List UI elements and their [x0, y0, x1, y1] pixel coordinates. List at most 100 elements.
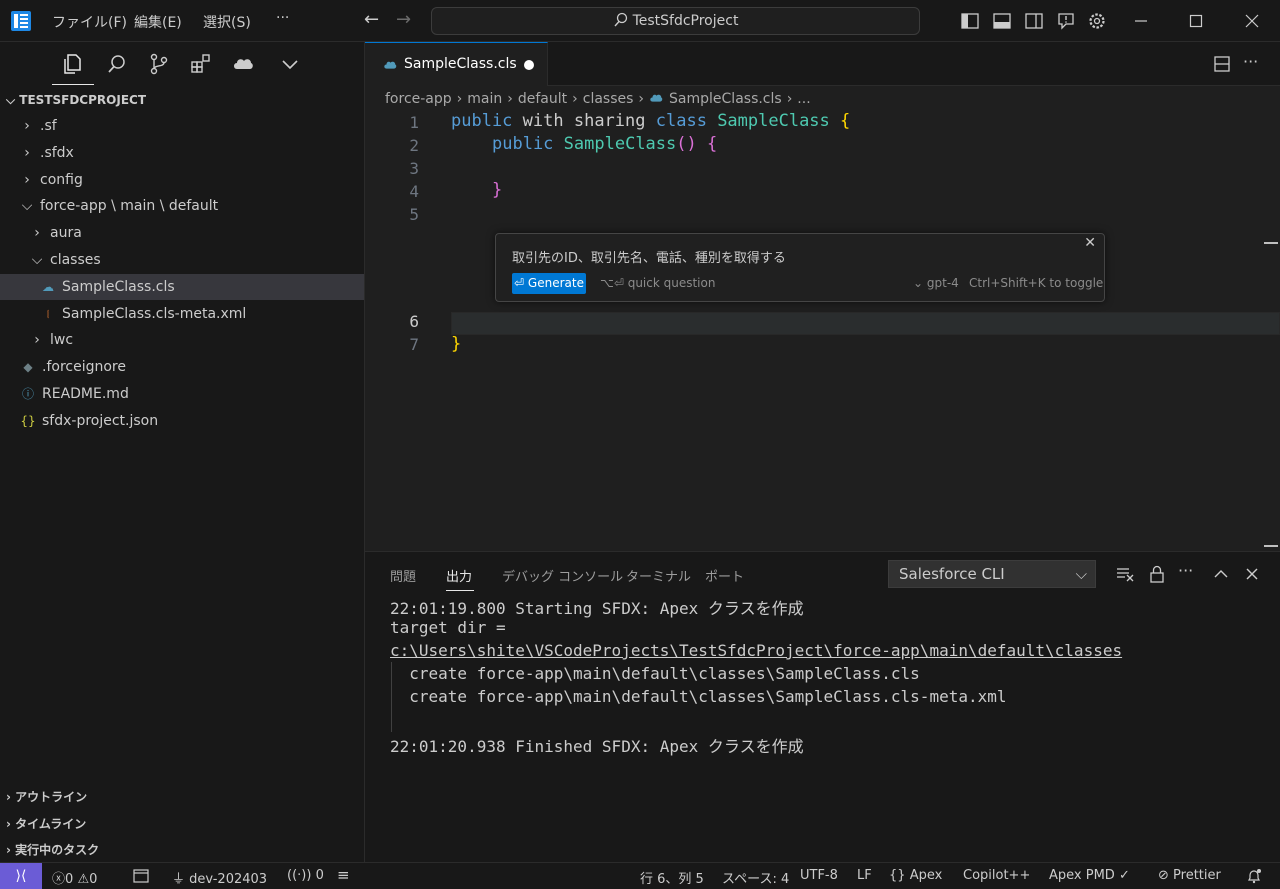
outline-label: アウトライン	[15, 790, 88, 804]
org-status[interactable]: ⏚ dev-202403	[172, 868, 267, 887]
forward-arrow-icon[interactable]: →	[396, 9, 411, 30]
tree-item[interactable]: › lwc	[0, 327, 364, 353]
encoding-status[interactable]: UTF-8	[800, 868, 838, 883]
toggle-secondary-sidebar-icon[interactable]	[1024, 11, 1044, 31]
lock-icon[interactable]	[1147, 564, 1167, 584]
output-line: 22:01:20.938 Finished SFDX: Apex クラスを作成	[390, 737, 804, 756]
code-line-1: public with sharing class SampleClass {	[451, 111, 850, 131]
breadcrumb-file[interactable]: SampleClass.cls	[669, 91, 782, 107]
minimize-button[interactable]	[1128, 8, 1154, 34]
command-center-search[interactable]: TestSfdcProject	[431, 7, 920, 35]
hamburger-menu-icon[interactable]: ≡	[337, 866, 350, 884]
code-editor[interactable]: 1 2 3 4 5 6 7 public with sharing class …	[365, 110, 1280, 550]
language-status[interactable]: {} Apex	[889, 868, 942, 883]
eol-status[interactable]: LF	[857, 868, 872, 883]
source-control-icon[interactable]	[147, 52, 171, 76]
ports-status[interactable]: ((·)) 0	[287, 868, 324, 883]
close-icon[interactable]: ✕	[1084, 235, 1096, 251]
breadcrumb-classes[interactable]: classes	[583, 91, 634, 107]
back-arrow-icon[interactable]: ←	[364, 9, 379, 30]
tree-item[interactable]: ◆ .forceignore	[0, 354, 364, 380]
sidebar-view-tabs	[0, 42, 365, 88]
timeline-section[interactable]: › タイムライン	[6, 815, 86, 832]
breadcrumb-main[interactable]: main	[467, 91, 502, 107]
close-panel-icon[interactable]	[1242, 564, 1262, 584]
tree-item[interactable]: ⌵ force-app \ main \ default	[0, 193, 364, 219]
vscode-icon[interactable]	[10, 10, 32, 32]
tab-problems[interactable]: 問題	[390, 566, 416, 585]
output-path-link[interactable]: c:\Users\shite\VSCodeProjects\TestSfdcPr…	[390, 641, 1122, 660]
notification-bell-icon[interactable]	[1246, 868, 1262, 884]
extensions-icon[interactable]	[189, 52, 213, 76]
tab-sampleclass[interactable]: SampleClass.cls	[365, 42, 548, 86]
tree-item[interactable]: › config	[0, 167, 364, 193]
menu-edit[interactable]: 編集(E)	[134, 12, 182, 32]
tree-item-label: .sfdx	[40, 144, 74, 161]
toggle-primary-sidebar-icon[interactable]	[960, 11, 980, 31]
model-selector[interactable]: ⌄ gpt-4	[913, 276, 959, 290]
explorer-root-folder[interactable]: ⌵ TESTSFDCPROJECT	[6, 93, 146, 108]
chevron-right-icon: ›	[6, 790, 16, 804]
explorer-files-icon[interactable]	[60, 52, 84, 76]
search-icon[interactable]	[105, 52, 129, 76]
salesforce-cloud-icon[interactable]	[231, 52, 255, 76]
tree-item[interactable]: {} sfdx-project.json	[0, 408, 364, 434]
tab-terminal[interactable]: ターミナル	[626, 566, 691, 585]
chevron-right-icon: ›	[24, 171, 30, 188]
panel-layout-icon[interactable]	[133, 869, 149, 883]
code-token: public	[492, 134, 554, 154]
breadcrumb-force-app[interactable]: force-app	[385, 91, 452, 107]
tree-item[interactable]: › aura	[0, 220, 364, 246]
close-window-button[interactable]	[1239, 8, 1265, 34]
enter-icon: ⏎	[514, 276, 528, 290]
tree-item[interactable]: › .sf	[0, 113, 364, 139]
running-tasks-section[interactable]: › 実行中のタスク	[6, 841, 99, 858]
settings-gear-icon[interactable]	[1087, 11, 1107, 31]
tree-item[interactable]: ⧙ SampleClass.cls-meta.xml	[0, 301, 364, 327]
copilot-status[interactable]: Copilot++	[963, 868, 1030, 883]
chevron-right-icon: ›	[24, 144, 30, 161]
generate-button[interactable]: ⏎ Generate	[512, 273, 586, 294]
clear-output-icon[interactable]	[1115, 564, 1135, 584]
tree-item[interactable]: ⓘ README.md	[0, 381, 364, 407]
tree-item-label: classes	[50, 252, 101, 268]
tree-item[interactable]: ☁ SampleClass.cls	[0, 273, 364, 300]
output-line: create force-app\main\default\classes\Sa…	[390, 664, 920, 683]
editor-more-actions-button[interactable]: ···	[1243, 52, 1258, 71]
menu-more-button[interactable]: ···	[276, 10, 289, 26]
indentation-status[interactable]: スペース: 4	[722, 868, 789, 887]
chat-prompt-input[interactable]: 取引先のID、取引先名、電話、種別を取得する	[512, 247, 786, 266]
split-editor-icon[interactable]	[1213, 55, 1231, 73]
menu-selection[interactable]: 選択(S)	[203, 12, 251, 32]
maximize-panel-icon[interactable]	[1211, 564, 1231, 584]
quick-question-button[interactable]: ⌥⏎ quick question	[600, 276, 715, 290]
outline-section[interactable]: › アウトライン	[6, 788, 87, 805]
org-label: dev-202403	[189, 872, 268, 887]
output-line: 22:01:19.800 Starting SFDX: Apex クラスを作成	[390, 599, 804, 618]
menu-file[interactable]: ファイル(F)	[52, 12, 127, 32]
feedback-icon[interactable]	[1056, 11, 1076, 31]
maximize-button[interactable]	[1183, 8, 1209, 34]
breadcrumb-default[interactable]: default	[518, 91, 567, 107]
editor-tab-bar: SampleClass.cls ···	[365, 42, 1280, 86]
cursor-position[interactable]: 行 6、列 5	[640, 868, 704, 887]
tab-debug-console[interactable]: デバッグ コンソール	[502, 566, 623, 585]
breadcrumb: force-app › main › default › classes › SampleCla…	[385, 91, 811, 107]
prettier-status[interactable]: ⊘ Prettier	[1158, 868, 1221, 883]
pmd-status[interactable]: Apex PMD ✓	[1049, 868, 1130, 883]
active-view-indicator	[52, 84, 94, 85]
tab-ports[interactable]: ポート	[705, 566, 744, 585]
tree-item[interactable]: › .sfdx	[0, 140, 364, 166]
warning-icon: ⚠	[77, 872, 90, 887]
remote-indicator-icon[interactable]: ⟩⟨	[0, 863, 42, 889]
toggle-panel-icon[interactable]	[992, 11, 1012, 31]
unsaved-dot-icon[interactable]	[524, 60, 534, 70]
tree-item[interactable]: ⌵ classes	[0, 247, 364, 273]
output-channel-select[interactable]: Salesforce CLI ⌵	[888, 560, 1096, 588]
tab-output[interactable]: 出力	[446, 566, 472, 585]
problems-status[interactable]: ⓧ0 ⚠0	[52, 868, 97, 887]
chevron-down-icon[interactable]	[278, 52, 302, 76]
line-number: 3	[409, 159, 419, 178]
breadcrumb-symbol[interactable]: ...	[797, 91, 810, 107]
panel-more-actions-button[interactable]: ···	[1178, 561, 1193, 580]
